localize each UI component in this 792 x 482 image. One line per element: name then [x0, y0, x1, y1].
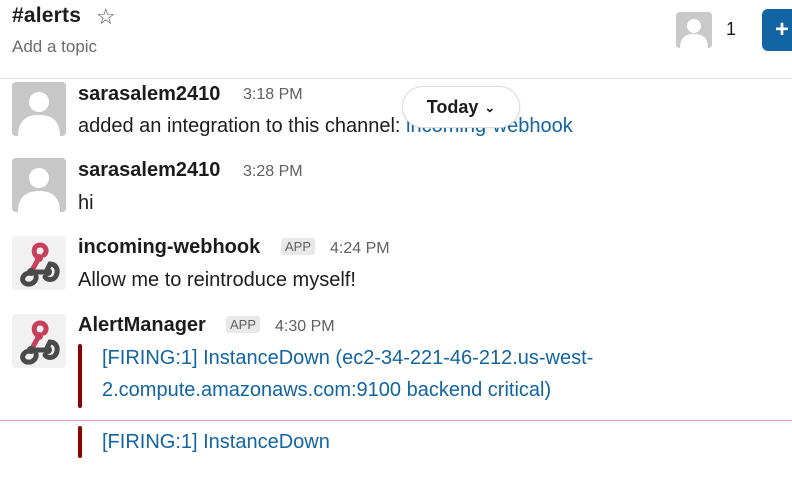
attachment-title-link[interactable]: [FIRING:1] InstanceDown	[102, 426, 702, 458]
member-avatar[interactable]	[676, 12, 712, 48]
message-text: Allow me to reintroduce myself!	[78, 269, 356, 291]
message-text: hi	[78, 192, 94, 214]
channel-header: #alerts ☆ Add a topic 1 +	[0, 0, 792, 79]
sender-name[interactable]: incoming-webhook	[78, 236, 260, 259]
attachment-color-bar	[78, 344, 82, 408]
app-badge: APP	[281, 238, 316, 255]
default-user-icon	[12, 158, 66, 212]
star-icon[interactable]: ☆	[96, 4, 116, 30]
new-messages-divider	[0, 420, 792, 421]
add-button[interactable]: +	[762, 9, 792, 51]
app-badge: APP	[226, 316, 261, 333]
channel-name[interactable]: #alerts	[12, 4, 81, 28]
attachment-title-line: 2.compute.amazonaws.com:9100 backend cri…	[102, 379, 552, 401]
message-timestamp[interactable]: 3:18 PM	[243, 86, 303, 104]
message-timestamp[interactable]: 3:28 PM	[243, 163, 303, 181]
message-text-prefix: added an integration to this channel:	[78, 115, 407, 137]
sender-name[interactable]: sarasalem2410	[78, 83, 220, 106]
avatar[interactable]	[12, 314, 66, 368]
attachment-title-line: [FIRING:1] InstanceDown (ec2-34-221-46-2…	[102, 347, 594, 369]
attachment-title-link[interactable]: [FIRING:1] InstanceDown (ec2-34-221-46-2…	[102, 342, 702, 406]
attachment-color-bar	[78, 426, 82, 458]
member-count[interactable]: 1	[726, 19, 736, 40]
date-divider-button[interactable]: Today ⌄	[402, 86, 520, 128]
avatar[interactable]	[12, 236, 66, 290]
avatar[interactable]	[12, 158, 66, 212]
webhook-icon	[12, 236, 66, 290]
message-timestamp[interactable]: 4:30 PM	[275, 318, 335, 336]
avatar[interactable]	[12, 82, 66, 136]
chevron-down-icon: ⌄	[484, 100, 496, 115]
add-topic-link[interactable]: Add a topic	[12, 37, 97, 57]
webhook-icon	[12, 314, 66, 368]
sender-name[interactable]: AlertManager	[78, 314, 206, 337]
message-timestamp[interactable]: 4:24 PM	[330, 240, 390, 258]
date-divider-label: Today	[426, 97, 479, 117]
default-user-icon	[676, 12, 712, 48]
default-user-icon	[12, 82, 66, 136]
sender-name[interactable]: sarasalem2410	[78, 159, 220, 182]
